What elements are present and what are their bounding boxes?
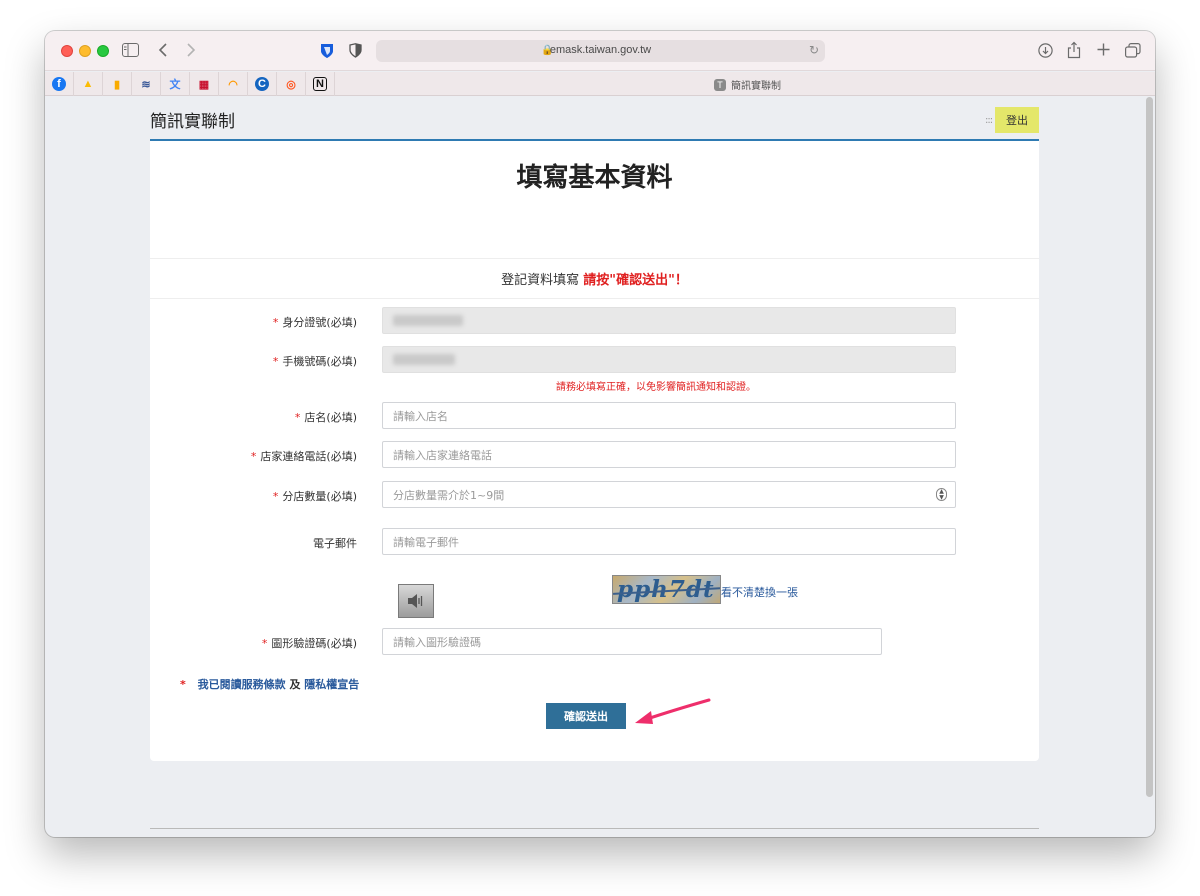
bitwarden-extension-icon[interactable]: [320, 43, 334, 62]
terms-of-service-link[interactable]: 我已閱讀服務條款: [198, 678, 286, 691]
phone-label: * 手機號碼(必填): [272, 355, 357, 368]
required-marker: *: [272, 316, 279, 329]
branch-count-placeholder: 分店數量需介於1~9間: [393, 488, 505, 502]
terms-and-text: 及: [289, 678, 301, 691]
store-name-label: * 店名(必填): [294, 411, 357, 424]
notice-highlight: 請按"確認送出"！: [583, 273, 688, 288]
favorite-wifi-icon[interactable]: ≋: [132, 72, 161, 96]
email-label: 電子郵件: [313, 537, 357, 550]
tab-favicon-icon: T: [714, 78, 726, 91]
store-phone-label: * 店家連絡電話(必填): [250, 450, 357, 463]
email-input[interactable]: 請輸電子郵件: [382, 528, 956, 555]
captcha-label: * 圖形驗證碼(必填): [261, 637, 357, 650]
page-scrollbar[interactable]: [1146, 97, 1153, 797]
address-bar[interactable]: 🔒 emask.taiwan.gov.tw ↻: [376, 40, 825, 62]
phone-warning: 請務必填寫正確，以免影響簡訊通知和認證。: [556, 382, 756, 393]
reload-icon[interactable]: ↻: [809, 43, 819, 57]
favorites-bar: f ▲ ▮ ≋ 文 ▦ ◠ C ◎ N T 簡訊實聯制: [45, 72, 1155, 96]
id-field: [382, 307, 956, 334]
browser-toolbar: 🔒 emask.taiwan.gov.tw ↻: [45, 31, 1155, 71]
zoom-window-button[interactable]: [97, 45, 109, 57]
audio-captcha-button[interactable]: [398, 584, 434, 618]
favorite-notion-icon[interactable]: N: [306, 72, 335, 96]
downloads-icon[interactable]: [1038, 43, 1053, 61]
divider: [150, 258, 1039, 259]
form-card: 填寫基本資料 登記資料填寫 請按"確認送出"！ * 身分證號(必填) * 手機號碼(…: [150, 139, 1039, 761]
notice-prefix: 登記資料填寫: [501, 273, 580, 288]
tab-overview-icon[interactable]: [1125, 43, 1141, 61]
privacy-shield-icon[interactable]: [349, 43, 362, 61]
forward-icon[interactable]: [186, 42, 196, 61]
required-marker: *: [272, 355, 279, 368]
pink-arrow-annotation: [635, 698, 711, 724]
store-phone-input[interactable]: 請輸入店家連絡電話: [382, 441, 956, 468]
speaker-icon: [408, 594, 423, 608]
phone-field: [382, 346, 956, 373]
divider: [150, 298, 1039, 299]
terms-line: * 我已閱讀服務條款 及 隱私權宣告: [180, 676, 359, 692]
footer-divider: [150, 828, 1039, 829]
favorite-facebook-icon[interactable]: f: [45, 72, 74, 96]
required-marker: *: [250, 450, 257, 463]
privacy-policy-link[interactable]: 隱私權宣告: [304, 678, 359, 691]
notice-text: 登記資料填寫 請按"確認送出"！: [150, 269, 1039, 288]
minimize-window-button[interactable]: [79, 45, 91, 57]
close-window-button[interactable]: [61, 45, 73, 57]
favorite-flag-icon[interactable]: ▦: [190, 72, 219, 96]
required-marker: *: [294, 411, 301, 424]
favorite-rainbow-icon[interactable]: ◠: [219, 72, 248, 96]
sidebar-toggle-icon[interactable]: [122, 43, 139, 60]
redacted-value: [393, 315, 463, 326]
favorite-gauge-icon[interactable]: ◎: [277, 72, 306, 96]
favorite-translate-icon[interactable]: 文: [161, 72, 190, 96]
share-icon[interactable]: [1067, 41, 1081, 62]
new-tab-icon[interactable]: [1097, 43, 1110, 59]
branch-count-input[interactable]: 分店數量需介於1~9間 ▲ ▼: [382, 481, 956, 508]
site-title: 簡訊實聯制: [150, 112, 235, 132]
tab-title-text: 簡訊實聯制: [731, 81, 781, 92]
captcha-input[interactable]: 請輸入圖形驗證碼: [382, 628, 882, 655]
required-marker: *: [261, 637, 268, 650]
page-title: 填寫基本資料: [516, 163, 673, 193]
back-icon[interactable]: [158, 42, 168, 61]
logout-button[interactable]: 登出: [995, 107, 1039, 133]
required-marker: *: [180, 678, 186, 691]
active-tab[interactable]: T 簡訊實聯制: [714, 77, 781, 92]
favorite-c-icon[interactable]: C: [248, 72, 277, 96]
browser-window: 🔒 emask.taiwan.gov.tw ↻ f ▲ ▮ ≋ 文 ▦ ◠ C …: [45, 31, 1155, 837]
id-label: * 身分證號(必填): [272, 316, 357, 329]
favorite-google-ads-icon[interactable]: ▲: [74, 72, 103, 96]
url-text: emask.taiwan.gov.tw: [549, 44, 652, 56]
refresh-captcha-link[interactable]: 看不清楚換一張: [721, 584, 798, 600]
submit-button[interactable]: 確認送出: [546, 703, 626, 729]
number-stepper-icon[interactable]: ▲ ▼: [936, 488, 947, 501]
required-marker: *: [272, 490, 279, 503]
drag-grip-icon: :::: [985, 115, 993, 126]
store-name-input[interactable]: 請輸入店名: [382, 402, 956, 429]
redacted-value: [393, 354, 455, 365]
branch-count-label: * 分店數量(必填): [272, 490, 357, 503]
favorite-analytics-icon[interactable]: ▮: [103, 72, 132, 96]
captcha-image: pph7dt: [612, 575, 721, 604]
